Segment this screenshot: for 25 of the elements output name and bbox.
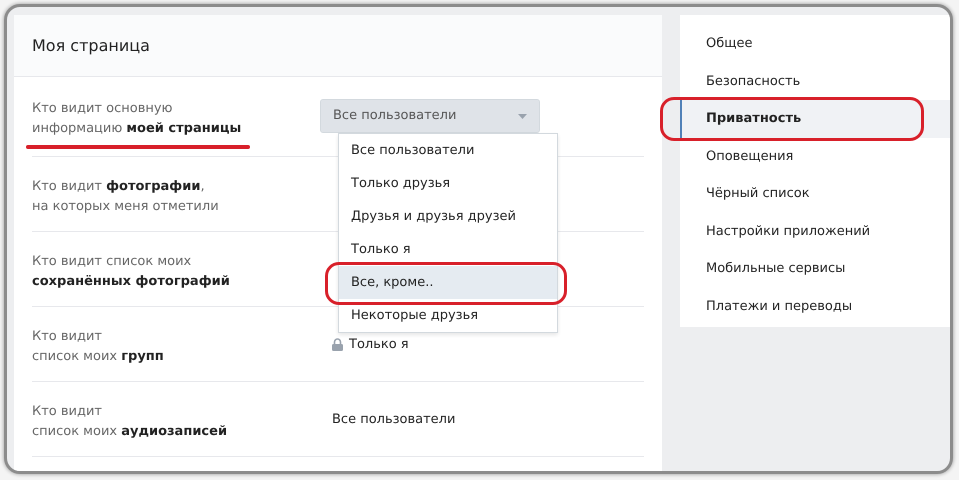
dropdown-option[interactable]: Некоторые друзья: [339, 299, 557, 332]
menu-item[interactable]: Мобильные сервисы: [680, 250, 950, 288]
privacy-dropdown[interactable]: Все пользователи: [320, 99, 540, 133]
caret-icon: [518, 114, 527, 118]
menu-item[interactable]: Приватность: [680, 100, 950, 138]
privacy-value[interactable]: Только я: [349, 335, 409, 354]
setting-label: Кто видит список моих групп: [32, 328, 165, 366]
privacy-value[interactable]: Все пользователи: [332, 410, 456, 430]
lock-icon: [332, 338, 343, 352]
dropdown-option[interactable]: Все пользователи: [339, 134, 557, 167]
menu-item[interactable]: Настройки приложений: [680, 212, 950, 250]
setting-label: Кто видит основную информацию моей страницы: [32, 100, 242, 138]
setting-label: Кто видит список моих сохранённых фотографий: [32, 253, 231, 291]
dropdown-option[interactable]: Друзья и друзья друзей: [339, 200, 557, 233]
menu-item[interactable]: Чёрный список: [680, 175, 950, 212]
dropdown-option[interactable]: Только друзья: [339, 167, 557, 200]
dropdown-option[interactable]: Только я: [339, 233, 557, 266]
setting-label: Кто видит фотографии, на которых меня отметили: [32, 178, 220, 216]
dropdown-option[interactable]: Все, кроме..: [339, 266, 557, 299]
menu-item[interactable]: Безопасность: [680, 62, 950, 100]
menu-item[interactable]: Оповещения: [680, 138, 950, 175]
menu-item[interactable]: Общее: [680, 25, 950, 62]
setting-label: Кто видит список моих аудиозаписей: [32, 403, 228, 441]
card-title: Моя страница: [32, 34, 150, 56]
menu-item[interactable]: Платежи и переводы: [680, 288, 950, 325]
